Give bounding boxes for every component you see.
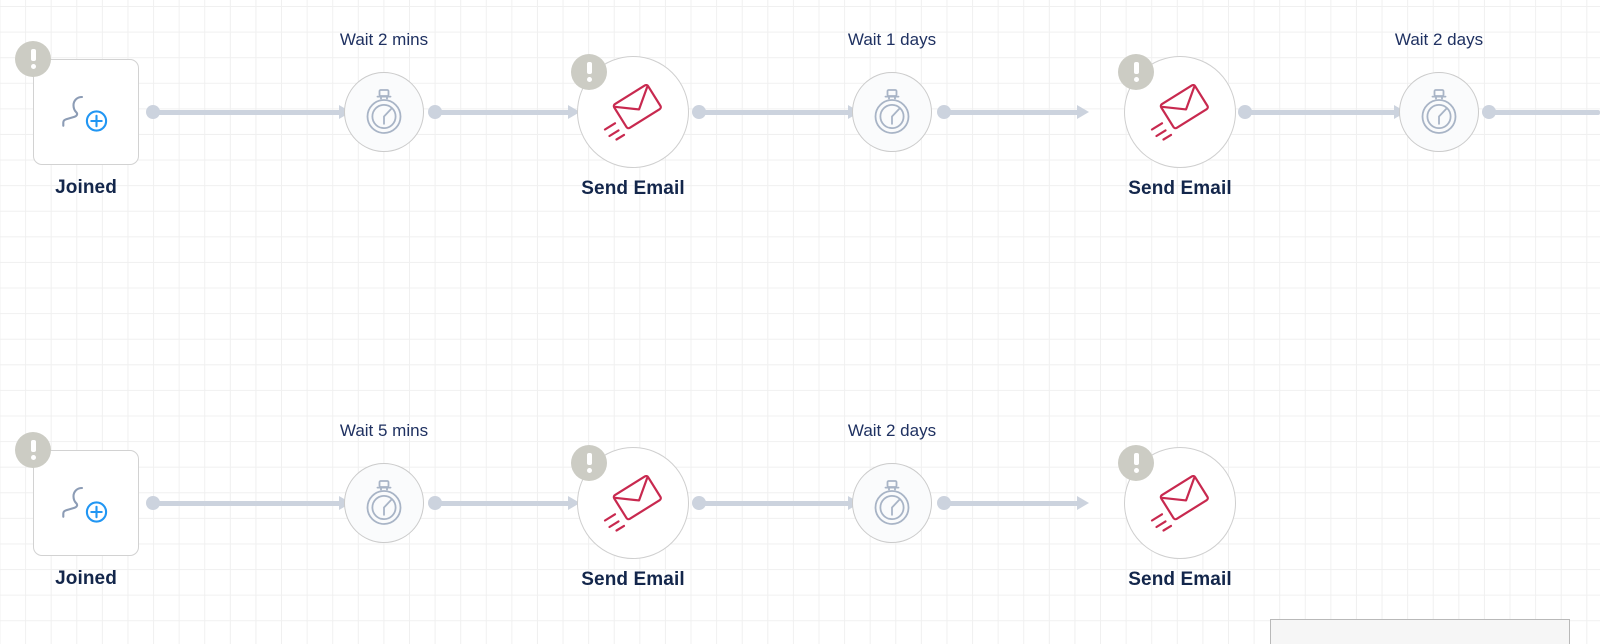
node-shape[interactable] — [344, 72, 424, 152]
connector-line — [152, 110, 341, 115]
exclamation-icon — [586, 453, 592, 473]
exclamation-icon — [1133, 62, 1139, 82]
wait-label: Wait 5 mins — [339, 421, 429, 440]
connector-arrowhead — [1077, 496, 1089, 510]
connector-line — [943, 501, 1079, 506]
node-b2-wait-1[interactable]: Wait 5 mins — [340, 421, 428, 543]
send-email-icon — [598, 80, 668, 144]
node-shape[interactable] — [852, 463, 932, 543]
stopwatch-icon — [869, 87, 915, 137]
connector-b2-trigger-to-wait1 — [146, 496, 351, 510]
warning-badge[interactable] — [571, 445, 607, 481]
connector-b2-wait1-to-email1 — [428, 496, 580, 510]
node-b2-send-email-1[interactable]: Send Email — [571, 445, 689, 590]
connector-arrowhead — [1077, 105, 1089, 119]
node-caption: Send Email — [581, 569, 685, 590]
node-caption: Joined — [55, 177, 117, 198]
person-add-icon — [57, 474, 115, 532]
wait-label: Wait 2 days — [1394, 30, 1484, 49]
connector-line — [434, 110, 570, 115]
node-b2-wait-2[interactable]: Wait 2 days — [848, 421, 936, 543]
connector-line — [434, 501, 570, 506]
connector-b2-wait2-to-email2 — [937, 496, 1089, 510]
exclamation-icon — [30, 49, 36, 69]
node-b1-wait-2[interactable]: Wait 1 days — [848, 30, 936, 152]
connector-start-dot — [692, 105, 706, 119]
connector-line — [698, 501, 850, 506]
bottom-docked-panel[interactable] — [1270, 619, 1570, 644]
node-b1-send-email-2[interactable]: Send Email — [1118, 54, 1236, 199]
node-b1-send-email-1[interactable]: Send Email — [571, 54, 689, 199]
connector-b1-email1-to-wait2 — [692, 105, 860, 119]
warning-badge[interactable] — [1118, 54, 1154, 90]
exclamation-icon — [586, 62, 592, 82]
stopwatch-icon — [361, 478, 407, 528]
connector-start-dot — [692, 496, 706, 510]
node-b2-send-email-2[interactable]: Send Email — [1118, 445, 1236, 590]
connector-start-dot — [428, 496, 442, 510]
exclamation-icon — [30, 440, 36, 460]
node-b1-wait-1[interactable]: Wait 2 mins — [340, 30, 428, 152]
workflow-canvas[interactable]: Joined Wait 2 mins Send Email Wait 1 day… — [0, 0, 1600, 644]
connector-start-dot — [1238, 105, 1252, 119]
connector-b1-wait1-to-email1 — [428, 105, 580, 119]
stopwatch-icon — [869, 478, 915, 528]
node-caption: Send Email — [1128, 178, 1232, 199]
node-shape[interactable] — [33, 450, 139, 556]
connector-b2-email1-to-wait2 — [692, 496, 860, 510]
wait-label: Wait 1 days — [847, 30, 937, 49]
node-caption: Send Email — [581, 178, 685, 199]
connector-b1-wait2-to-email2 — [937, 105, 1089, 119]
send-email-icon — [1145, 80, 1215, 144]
send-email-icon — [598, 471, 668, 535]
node-b2-trigger-joined[interactable]: Joined — [15, 432, 139, 589]
node-shape[interactable] — [1399, 72, 1479, 152]
node-caption: Send Email — [1128, 569, 1232, 590]
connector-line — [1488, 110, 1600, 115]
connector-b1-email2-to-wait3 — [1238, 105, 1406, 119]
connector-b1-trigger-to-wait1 — [146, 105, 351, 119]
connector-line — [152, 501, 341, 506]
warning-badge[interactable] — [571, 54, 607, 90]
node-shape[interactable] — [852, 72, 932, 152]
node-b1-trigger-joined[interactable]: Joined — [15, 41, 139, 198]
connector-start-dot — [937, 105, 951, 119]
connector-start-dot — [146, 105, 160, 119]
exclamation-icon — [1133, 453, 1139, 473]
connector-line — [1244, 110, 1396, 115]
send-email-icon — [1145, 471, 1215, 535]
warning-badge[interactable] — [15, 41, 51, 77]
connector-start-dot — [146, 496, 160, 510]
wait-label: Wait 2 days — [847, 421, 937, 440]
wait-label: Wait 2 mins — [339, 30, 429, 49]
stopwatch-icon — [361, 87, 407, 137]
connector-line — [698, 110, 850, 115]
warning-badge[interactable] — [1118, 445, 1154, 481]
connector-start-dot — [1482, 105, 1496, 119]
connector-b1-wait3-to-next — [1482, 105, 1600, 119]
stopwatch-icon — [1416, 87, 1462, 137]
node-b1-wait-3[interactable]: Wait 2 days — [1395, 30, 1483, 152]
person-add-icon — [57, 83, 115, 141]
node-shape[interactable] — [344, 463, 424, 543]
connector-start-dot — [937, 496, 951, 510]
node-caption: Joined — [55, 568, 117, 589]
connector-start-dot — [428, 105, 442, 119]
connector-line — [943, 110, 1079, 115]
warning-badge[interactable] — [15, 432, 51, 468]
node-shape[interactable] — [33, 59, 139, 165]
